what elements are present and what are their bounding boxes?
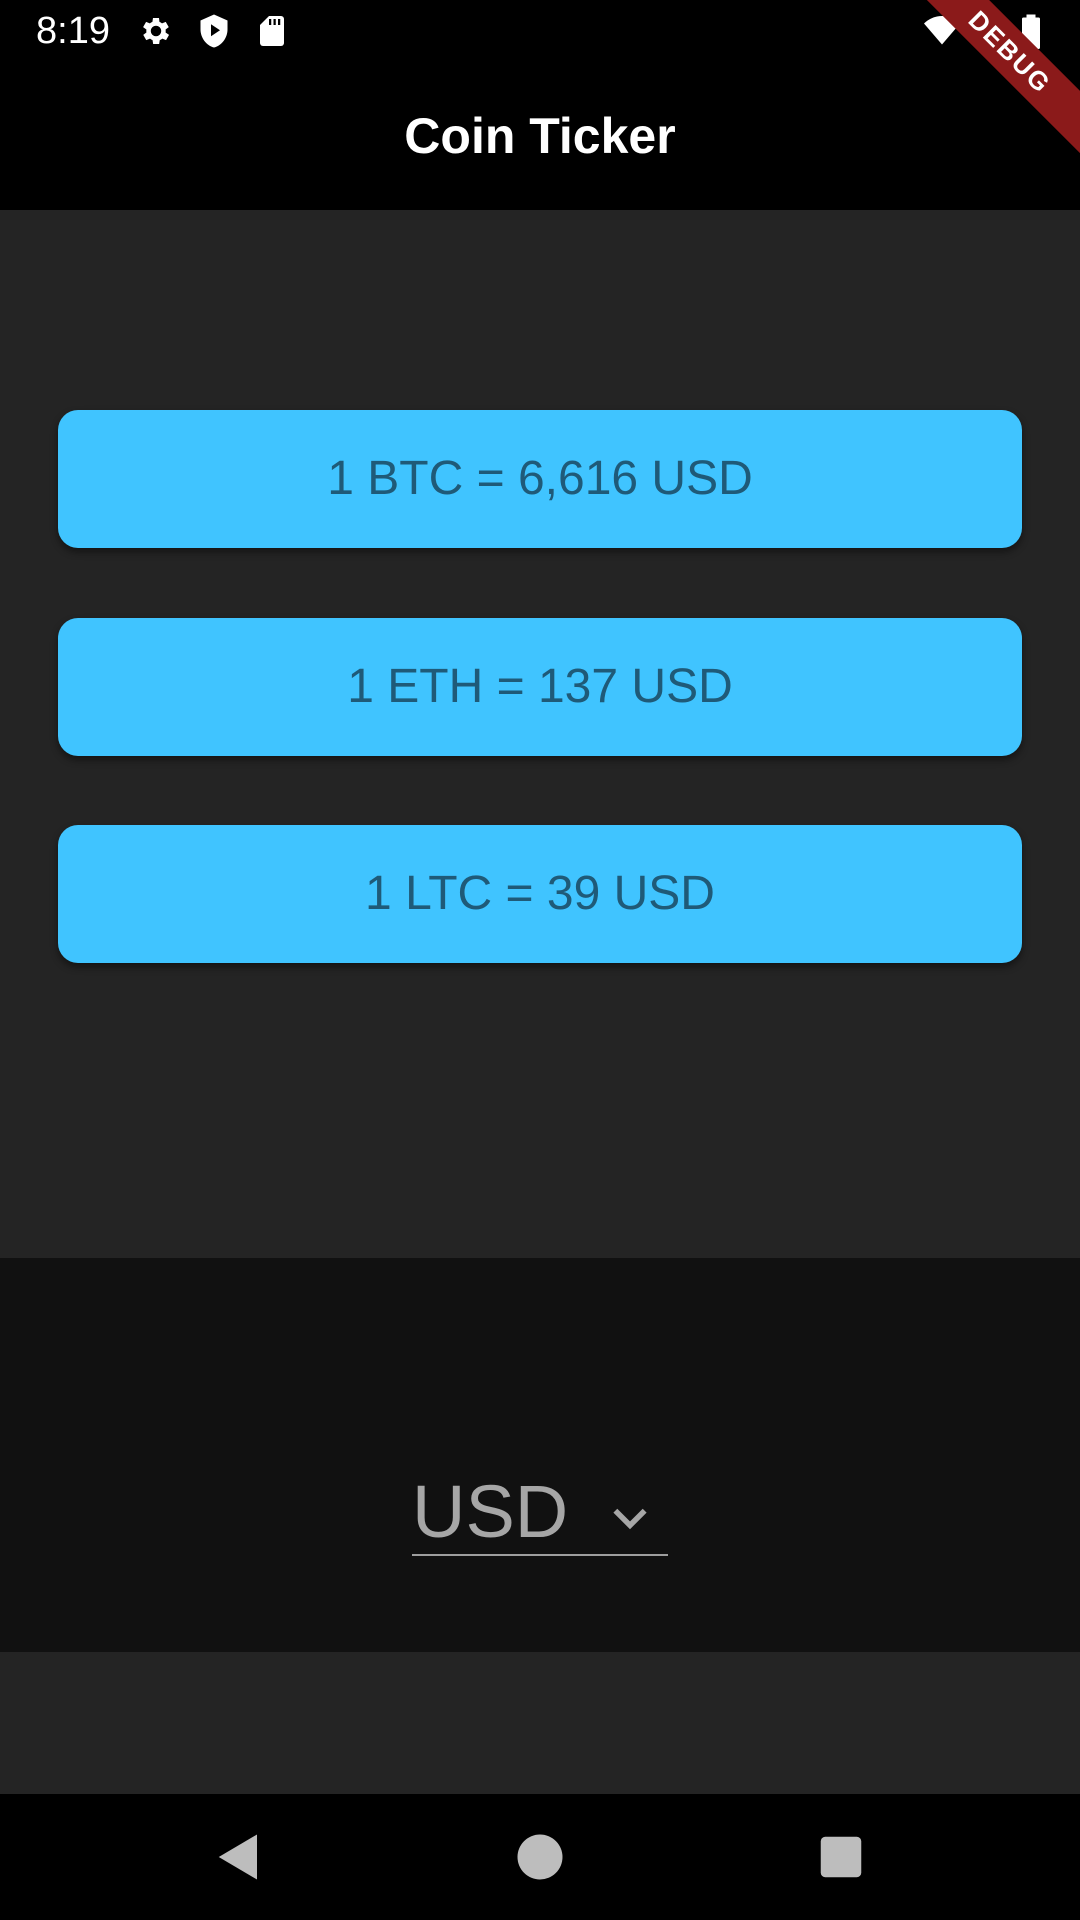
shield-play-icon	[196, 13, 232, 49]
rate-text-eth: 1 ETH = 137 USD	[347, 660, 733, 713]
navigation-bar	[0, 1794, 1080, 1920]
chevron-down-icon	[608, 1496, 652, 1540]
back-icon[interactable]	[212, 1830, 266, 1884]
currency-picker-area: USD	[0, 1258, 1080, 1652]
cellular-signal-icon	[970, 13, 1004, 49]
status-time: 8:19	[36, 10, 110, 52]
wifi-icon	[922, 13, 962, 49]
rate-card-ltc: 1 LTC = 39 USD	[58, 825, 1022, 963]
rate-card-eth: 1 ETH = 137 USD	[58, 618, 1022, 756]
screen: 8:19 Coin Ticker DEBUG 1 BTC = 6,616 USD	[0, 0, 1080, 1920]
rate-text-btc: 1 BTC = 6,616 USD	[327, 452, 753, 505]
rates-area: 1 BTC = 6,616 USD 1 ETH = 137 USD 1 LTC …	[0, 210, 1080, 1258]
home-icon[interactable]	[513, 1830, 567, 1884]
status-bar: 8:19	[0, 0, 1080, 62]
currency-dropdown[interactable]: USD	[412, 1470, 668, 1556]
lower-empty-area	[0, 1652, 1080, 1794]
app-bar: Coin Ticker	[0, 62, 1080, 210]
rate-text-ltc: 1 LTC = 39 USD	[365, 867, 715, 920]
currency-dropdown-value: USD	[412, 1470, 569, 1553]
gear-icon	[138, 13, 174, 49]
sd-card-icon	[254, 13, 290, 49]
rate-card-btc: 1 BTC = 6,616 USD	[58, 410, 1022, 548]
battery-icon	[1018, 13, 1044, 49]
app-title: Coin Ticker	[404, 108, 676, 164]
recents-icon[interactable]	[814, 1830, 868, 1884]
